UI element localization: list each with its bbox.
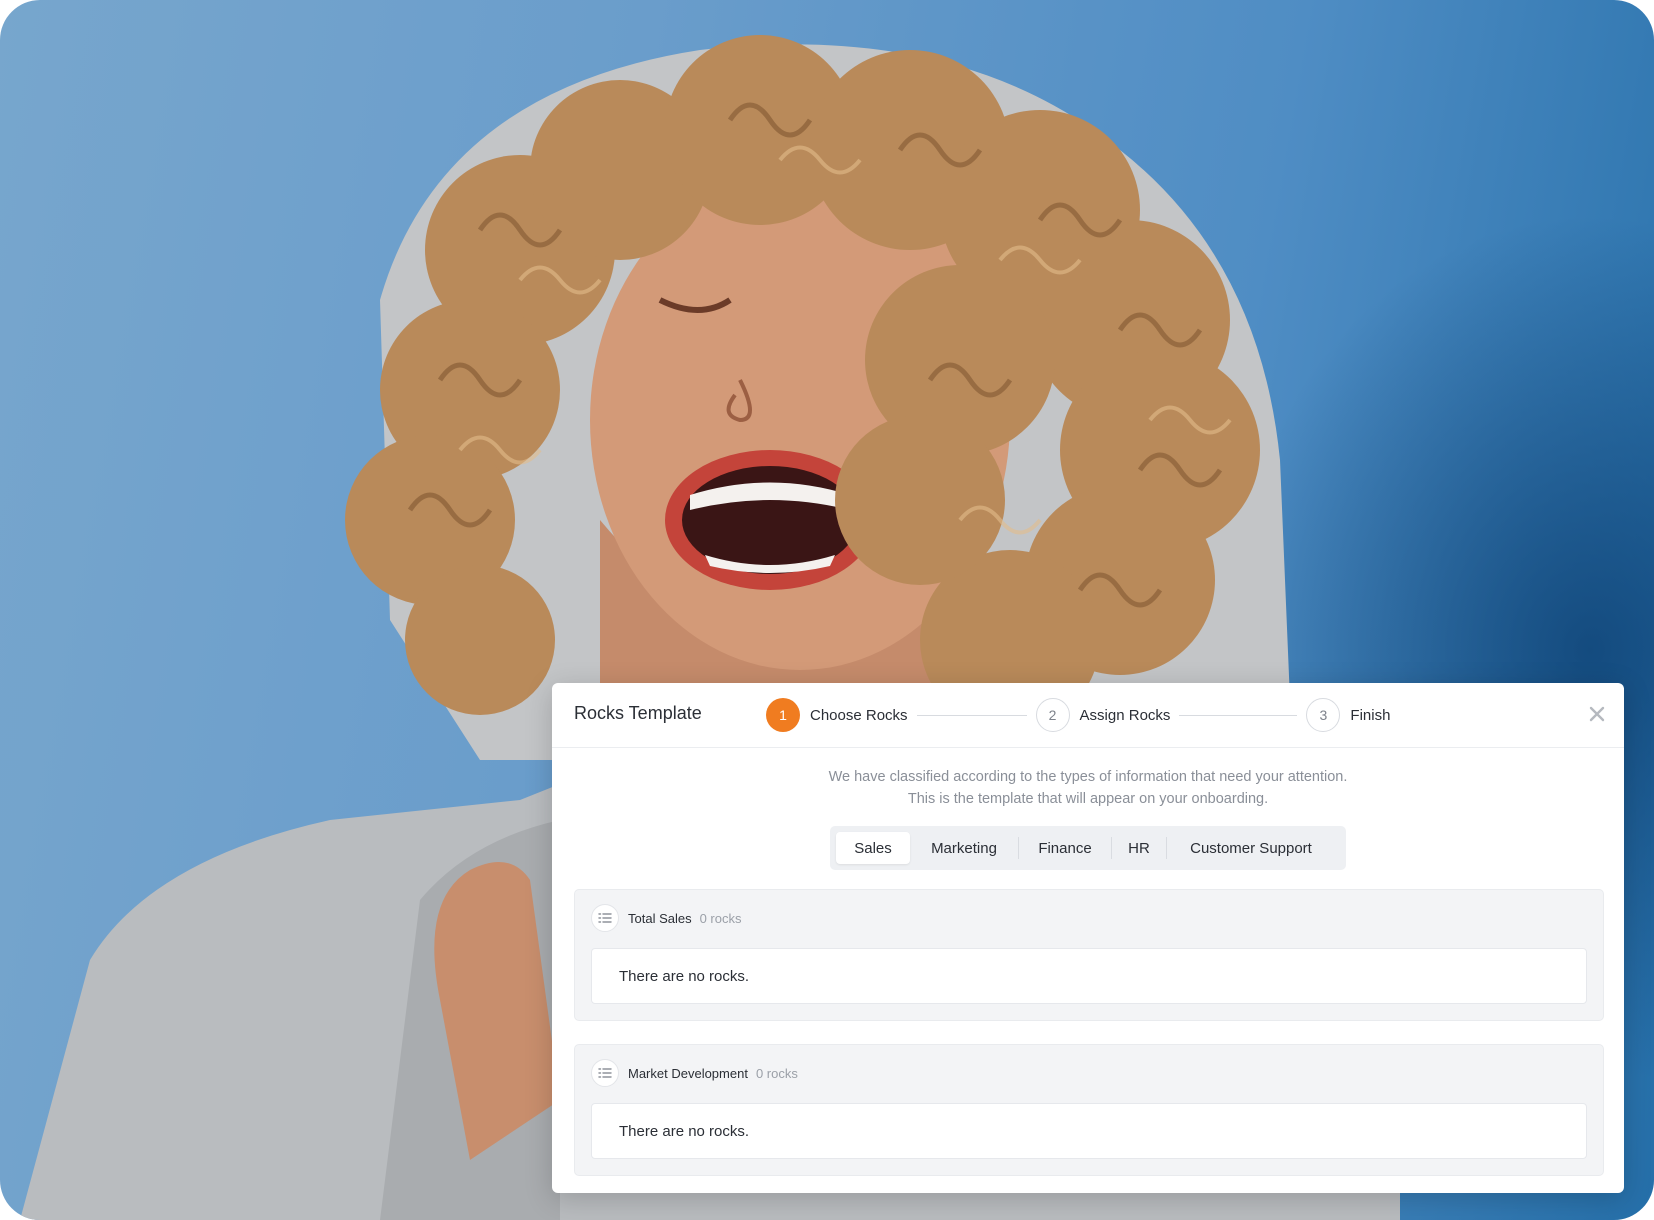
empty-state: There are no rocks.	[591, 948, 1587, 1004]
rock-section-total-sales: Total Sales 0 rocks There are no rocks.	[574, 889, 1604, 1021]
app-frame: Rocks Template 1 Choose Rocks 2 Assign R…	[0, 0, 1654, 1220]
section-title: Market Development	[628, 1065, 748, 1081]
step-number: 1	[766, 698, 800, 732]
list-icon	[591, 904, 619, 932]
tab-sales[interactable]: Sales	[836, 832, 910, 864]
tab-marketing[interactable]: Marketing	[910, 832, 1018, 864]
modal-subtitle: We have classified according to the type…	[552, 766, 1624, 810]
section-header: Total Sales 0 rocks	[591, 904, 742, 932]
list-icon	[591, 1059, 619, 1087]
close-icon	[1589, 706, 1605, 722]
stepper: 1 Choose Rocks 2 Assign Rocks 3 Finish	[766, 697, 1390, 733]
step-number: 2	[1035, 698, 1070, 732]
subtitle-line: This is the template that will appear on…	[907, 791, 1269, 807]
step-label: Choose Rocks	[810, 706, 908, 724]
subtitle-line: We have classified according to the type…	[828, 769, 1348, 785]
step-assign-rocks[interactable]: 2 Assign Rocks	[1035, 698, 1171, 732]
step-choose-rocks[interactable]: 1 Choose Rocks	[766, 698, 908, 732]
step-label: Finish	[1350, 706, 1391, 724]
tab-finance[interactable]: Finance	[1019, 832, 1111, 864]
section-title: Total Sales	[628, 910, 692, 926]
step-label: Assign Rocks	[1079, 706, 1171, 724]
empty-state: There are no rocks.	[591, 1103, 1587, 1159]
section-count: 0 rocks	[699, 910, 742, 926]
category-tabs: Sales Marketing Finance HR Customer Supp…	[830, 826, 1346, 870]
step-connector	[916, 714, 1027, 716]
section-count: 0 rocks	[755, 1065, 798, 1081]
rocks-template-modal: Rocks Template 1 Choose Rocks 2 Assign R…	[552, 683, 1624, 1193]
step-number: 3	[1306, 698, 1341, 732]
rock-section-market-development: Market Development 0 rocks There are no …	[574, 1044, 1604, 1176]
step-finish[interactable]: 3 Finish	[1306, 698, 1390, 732]
section-header: Market Development 0 rocks	[591, 1059, 798, 1087]
modal-header: Rocks Template 1 Choose Rocks 2 Assign R…	[552, 683, 1624, 748]
tab-hr[interactable]: HR	[1112, 832, 1166, 864]
tab-customer-support[interactable]: Customer Support	[1167, 832, 1335, 864]
modal-title: Rocks Template	[574, 703, 702, 723]
step-connector	[1179, 714, 1298, 716]
close-button[interactable]	[1588, 705, 1606, 723]
